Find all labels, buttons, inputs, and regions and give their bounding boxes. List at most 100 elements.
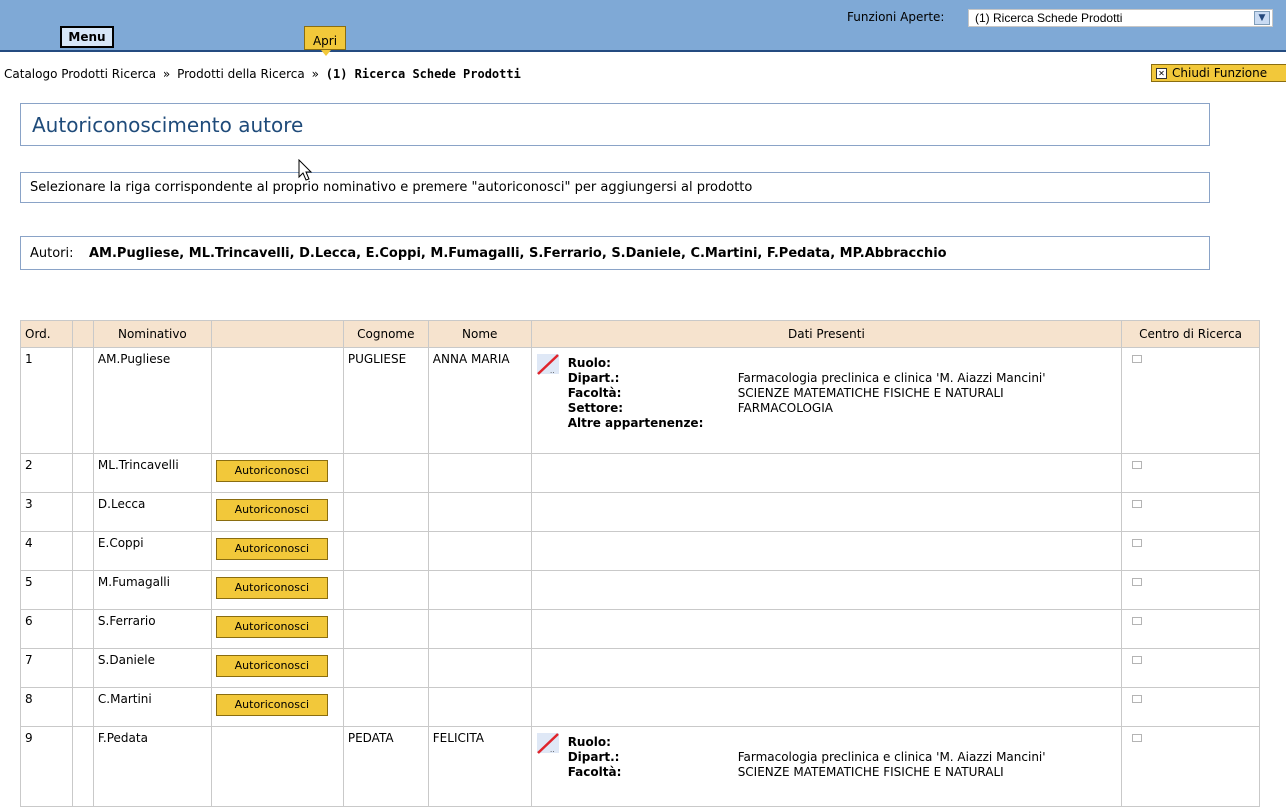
cell-blank bbox=[71, 687, 94, 727]
cell-action: Autoriconosci bbox=[210, 531, 344, 571]
cell-centro bbox=[1121, 570, 1260, 610]
cell-dati: .. Ruolo: Dipart.: Farmacologia preclini… bbox=[530, 347, 1123, 454]
table-header-row: Ord. Nominativo Cognome Nome Dati Presen… bbox=[20, 320, 1260, 348]
breadcrumb-separator: » bbox=[162, 67, 171, 81]
cell-cognome bbox=[342, 648, 429, 688]
cell-centro bbox=[1121, 687, 1260, 727]
cell-action bbox=[210, 726, 344, 807]
checkbox-icon[interactable] bbox=[1132, 461, 1143, 469]
cell-nome bbox=[427, 570, 532, 610]
top-toolbar: Menu Apri Funzioni Aperte: (1) Ricerca S… bbox=[0, 0, 1286, 56]
autoriconosci-button[interactable]: Autoriconosci bbox=[215, 499, 328, 521]
cell-nominativo: AM.Pugliese bbox=[92, 347, 212, 454]
page-title: Autoriconoscimento autore bbox=[32, 113, 304, 137]
dati-key-dipart: Dipart.: bbox=[567, 750, 620, 764]
table-row[interactable]: 3 D.Lecca Autoriconosci bbox=[20, 492, 1260, 532]
edit-pencil-icon[interactable]: .. bbox=[536, 731, 562, 755]
menu-button[interactable]: Menu bbox=[60, 26, 114, 48]
funzioni-selected-value: (1) Ricerca Schede Prodotti bbox=[975, 11, 1123, 25]
dati-key-ruolo: Ruolo: bbox=[567, 356, 611, 370]
cell-ord: 4 bbox=[20, 531, 73, 571]
cell-action: Autoriconosci bbox=[210, 570, 344, 610]
cell-cognome bbox=[342, 570, 429, 610]
cell-dati bbox=[530, 609, 1123, 649]
cell-nominativo: ML.Trincavelli bbox=[92, 453, 212, 493]
table-row[interactable]: 1 AM.Pugliese PUGLIESE ANNA MARIA .. Ruo… bbox=[20, 347, 1260, 454]
cell-ord: 1 bbox=[20, 347, 73, 454]
instructions-text: Selezionare la riga corrispondente al pr… bbox=[30, 180, 753, 195]
checkbox-icon[interactable] bbox=[1132, 500, 1143, 508]
table-row[interactable]: 9 F.Pedata PEDATA FELICITA .. Ruolo: Dip… bbox=[20, 726, 1260, 807]
dati-value-ruolo bbox=[738, 735, 1046, 750]
header-blank bbox=[71, 320, 94, 348]
cell-blank bbox=[71, 492, 94, 532]
dati-key-facolta: Facoltà: bbox=[567, 765, 622, 779]
breadcrumb-current: (1) Ricerca Schede Prodotti bbox=[325, 67, 521, 81]
svg-text:..: .. bbox=[550, 746, 554, 754]
breadcrumb-item-prodotti[interactable]: Prodotti della Ricerca bbox=[177, 67, 305, 81]
autoriconosci-button[interactable]: Autoriconosci bbox=[215, 577, 328, 599]
cell-cognome bbox=[342, 453, 429, 493]
cell-action bbox=[210, 347, 344, 454]
dati-value-facolta: SCIENZE MATEMATICHE FISICHE E NATURALI bbox=[737, 765, 1004, 779]
header-action bbox=[210, 320, 344, 348]
checkbox-icon[interactable] bbox=[1132, 617, 1143, 625]
cell-dati bbox=[530, 648, 1123, 688]
breadcrumb-item-catalogo[interactable]: Catalogo Prodotti Ricerca bbox=[4, 67, 156, 81]
chiudi-funzione-button[interactable]: ✕ Chiudi Funzione bbox=[1151, 64, 1286, 82]
cell-dati bbox=[530, 453, 1123, 493]
dati-key-facolta: Facoltà: bbox=[567, 386, 622, 400]
autoriconosci-button[interactable]: Autoriconosci bbox=[215, 616, 328, 638]
table-row[interactable]: 2 ML.Trincavelli Autoriconosci bbox=[20, 453, 1260, 493]
checkbox-icon[interactable] bbox=[1132, 734, 1143, 742]
cell-centro bbox=[1121, 453, 1260, 493]
cell-blank bbox=[71, 347, 94, 454]
autori-label: Autori: bbox=[30, 246, 74, 261]
checkbox-icon[interactable] bbox=[1132, 695, 1143, 703]
checkbox-icon[interactable] bbox=[1132, 578, 1143, 586]
autoriconosci-button[interactable]: Autoriconosci bbox=[215, 655, 328, 677]
checkbox-icon[interactable] bbox=[1132, 355, 1143, 363]
cell-nominativo: C.Martini bbox=[92, 687, 212, 727]
cell-nome bbox=[427, 648, 532, 688]
cell-centro bbox=[1121, 492, 1260, 532]
edit-pencil-icon[interactable]: .. bbox=[536, 352, 562, 376]
table-row[interactable]: 6 S.Ferrario Autoriconosci bbox=[20, 609, 1260, 649]
cell-blank bbox=[71, 648, 94, 688]
header-nome[interactable]: Nome bbox=[427, 320, 532, 348]
dati-key-ruolo: Ruolo: bbox=[567, 735, 611, 749]
cell-action: Autoriconosci bbox=[210, 453, 344, 493]
table-row[interactable]: 7 S.Daniele Autoriconosci bbox=[20, 648, 1260, 688]
autoriconosci-button[interactable]: Autoriconosci bbox=[215, 460, 328, 482]
cell-ord: 3 bbox=[20, 492, 73, 532]
apri-button[interactable]: Apri bbox=[304, 26, 346, 56]
funzioni-aperte-select[interactable]: (1) Ricerca Schede Prodotti ▼ bbox=[968, 9, 1273, 27]
checkbox-icon[interactable] bbox=[1132, 656, 1143, 664]
breadcrumb: Catalogo Prodotti Ricerca » Prodotti del… bbox=[4, 67, 521, 81]
table-row[interactable]: 4 E.Coppi Autoriconosci bbox=[20, 531, 1260, 571]
dati-key-settore: Settore: bbox=[567, 401, 624, 415]
table-row[interactable]: 8 C.Martini Autoriconosci bbox=[20, 687, 1260, 727]
cell-blank bbox=[71, 570, 94, 610]
cell-ord: 7 bbox=[20, 648, 73, 688]
table-row[interactable]: 5 M.Fumagalli Autoriconosci bbox=[20, 570, 1260, 610]
chevron-down-icon[interactable]: ▼ bbox=[1254, 11, 1270, 25]
checkbox-icon[interactable] bbox=[1132, 539, 1143, 547]
cell-action: Autoriconosci bbox=[210, 609, 344, 649]
cell-centro bbox=[1121, 531, 1260, 571]
cell-cognome bbox=[342, 687, 429, 727]
cell-dati bbox=[530, 570, 1123, 610]
autoriconosci-button[interactable]: Autoriconosci bbox=[215, 538, 328, 560]
autoriconosci-button[interactable]: Autoriconosci bbox=[215, 694, 328, 716]
cell-blank bbox=[71, 609, 94, 649]
dati-value-altre bbox=[738, 416, 1046, 431]
chiudi-funzione-label: Chiudi Funzione bbox=[1172, 66, 1268, 80]
header-nominativo[interactable]: Nominativo bbox=[92, 320, 212, 348]
header-ord[interactable]: Ord. bbox=[20, 320, 73, 348]
cell-ord: 2 bbox=[20, 453, 73, 493]
cell-nominativo: S.Ferrario bbox=[92, 609, 212, 649]
cell-nome: FELICITA bbox=[427, 726, 532, 807]
cell-centro bbox=[1121, 347, 1260, 454]
header-cognome[interactable]: Cognome bbox=[342, 320, 429, 348]
cell-nominativo: E.Coppi bbox=[92, 531, 212, 571]
